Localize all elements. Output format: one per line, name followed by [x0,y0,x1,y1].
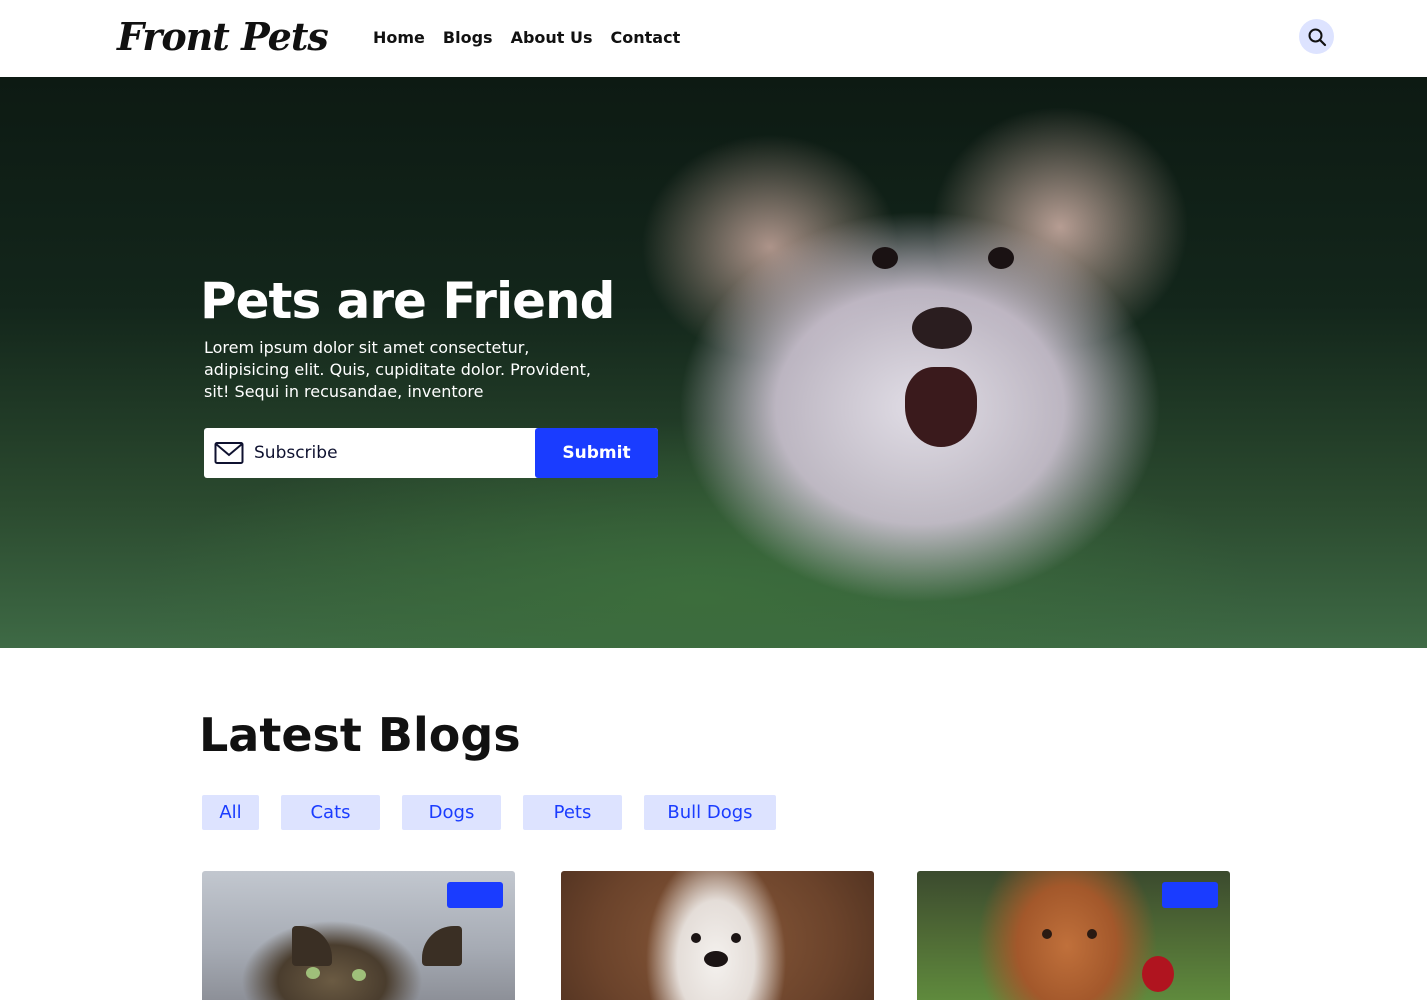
filter-dogs[interactable]: Dogs [402,795,501,830]
nav-contact[interactable]: Contact [611,28,681,47]
filter-cats[interactable]: Cats [281,795,380,830]
filter-all[interactable]: All [202,795,259,830]
site-logo[interactable]: Front Pets [117,14,329,59]
hero-description: Lorem ipsum dolor sit amet consectetur, … [204,338,591,401]
hero-title: Pets are Friend [200,272,615,330]
latest-blogs-title: Latest Blogs [199,708,521,762]
cat-ear-right [422,926,462,966]
filter-pets[interactable]: Pets [523,795,622,830]
search-button[interactable] [1299,19,1334,54]
blog-card-puppy[interactable] [561,871,874,1000]
dog-eye-left-small [1042,929,1052,939]
filter-bull-dogs[interactable]: Bull Dogs [644,795,776,830]
blog-card-badge [1162,882,1218,908]
mail-icon [214,442,244,464]
main-nav: Home Blogs About Us Contact [373,28,680,47]
dog-nose [912,307,972,349]
search-icon [1308,28,1326,46]
nav-about-us[interactable]: About Us [511,28,593,47]
nav-blogs[interactable]: Blogs [443,28,493,47]
dog-eye-right-small [1087,929,1097,939]
blog-card-badge [447,882,503,908]
nav-home[interactable]: Home [373,28,425,47]
subscribe-input[interactable] [254,428,534,478]
puppy-eye-right [731,933,741,943]
dog-mouth [905,367,977,447]
submit-button[interactable]: Submit [535,428,658,478]
puppy-nose [704,951,728,967]
hero-banner: Pets are Friend Lorem ipsum dolor sit am… [0,77,1427,648]
dog-eye-right [988,247,1014,269]
subscribe-form: Submit [204,428,658,478]
cat-ear-left [292,926,332,966]
dog-eye-left [872,247,898,269]
blog-card-cat[interactable] [202,871,515,1000]
blog-card-retriever[interactable] [917,871,1230,1000]
puppy-eye-left [691,933,701,943]
site-header: Front Pets Home Blogs About Us Contact [0,0,1427,77]
cat-eye-right [352,969,366,981]
rose-icon [1142,956,1174,992]
cat-eye-left [306,967,320,979]
